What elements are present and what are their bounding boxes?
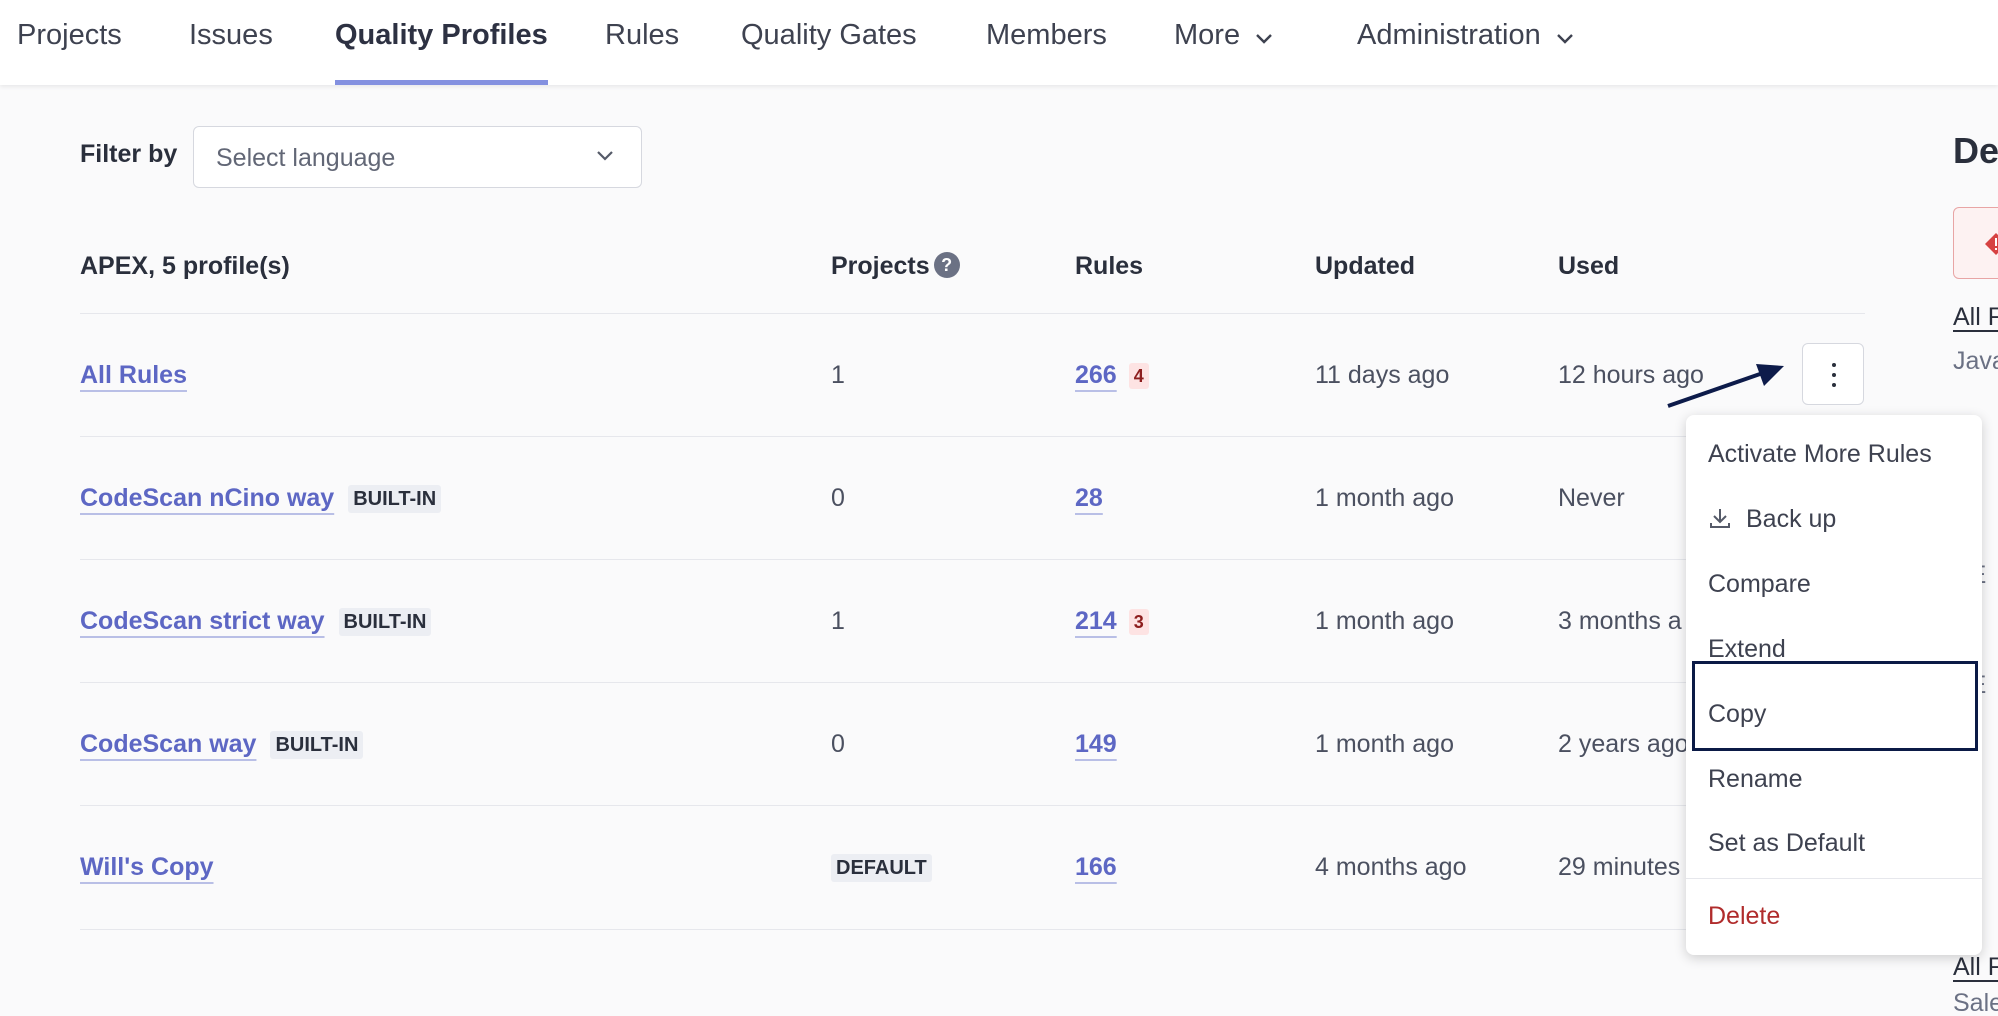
default-tag: DEFAULT xyxy=(831,854,932,883)
nav-administration[interactable]: Administration xyxy=(1357,0,1575,85)
column-projects: Projects? xyxy=(831,252,960,281)
copy-highlight-box xyxy=(1692,661,1978,751)
download-icon xyxy=(1710,509,1730,529)
nav-more-label: More xyxy=(1174,19,1241,51)
menu-item-extend[interactable]: Extend xyxy=(1708,635,1786,664)
chevron-down-icon xyxy=(595,149,615,168)
menu-item-rename[interactable]: Rename xyxy=(1708,765,1803,794)
chevron-down-icon xyxy=(1254,1,1274,71)
profile-name-link[interactable]: Will's Copy xyxy=(80,853,214,881)
nav-members[interactable]: Members xyxy=(986,0,1107,85)
projects-count: 1 xyxy=(831,361,845,389)
built-in-tag: BUILT-IN xyxy=(270,731,364,760)
used-time: 3 months a xyxy=(1558,607,1682,635)
projects-count: 0 xyxy=(831,730,845,758)
language-select-input[interactable] xyxy=(214,127,578,189)
panel-link[interactable]: All F xyxy=(1953,303,1998,332)
used-time: 29 minutes xyxy=(1558,853,1681,881)
profiles-heading: APEX, 5 profile(s) xyxy=(80,252,290,280)
panel-text: Java xyxy=(1953,347,1998,375)
nav-projects[interactable]: Projects xyxy=(17,0,122,85)
menu-item-back-up[interactable]: Back up xyxy=(1708,505,1836,534)
column-used: Used xyxy=(1558,252,1620,280)
column-rules: Rules xyxy=(1075,252,1144,280)
menu-item-back-up-label: Back up xyxy=(1746,505,1837,533)
rules-count-link[interactable]: 214 xyxy=(1075,607,1117,635)
profile-actions-button[interactable] xyxy=(1802,343,1864,405)
updated-time: 1 month ago xyxy=(1315,484,1454,512)
updated-time: 4 months ago xyxy=(1315,853,1467,881)
menu-divider xyxy=(1686,878,1982,879)
rules-count-link[interactable]: 28 xyxy=(1075,484,1103,512)
built-in-tag: BUILT-IN xyxy=(348,485,442,514)
help-icon[interactable]: ? xyxy=(933,252,960,279)
nav-quality-profiles[interactable]: Quality Profiles xyxy=(335,0,548,85)
projects-count: 0 xyxy=(831,484,845,512)
panel-title: De xyxy=(1953,130,1998,171)
nav-issues[interactable]: Issues xyxy=(189,0,273,85)
profile-name-link[interactable]: All Rules xyxy=(80,361,187,389)
profile-name-link[interactable]: CodeScan nCino way xyxy=(80,484,334,512)
menu-item-activate-more-rules[interactable]: Activate More Rules xyxy=(1708,440,1932,469)
nav-administration-label: Administration xyxy=(1357,19,1541,51)
built-in-tag: BUILT-IN xyxy=(338,608,432,637)
filter-label: Filter by xyxy=(80,140,178,168)
column-updated: Updated xyxy=(1315,252,1415,280)
rules-count-link[interactable]: 166 xyxy=(1075,853,1117,881)
used-time: 2 years ago xyxy=(1558,730,1689,758)
top-navigation: Projects Issues Quality Profiles Rules Q… xyxy=(0,0,1998,85)
warning-icon xyxy=(1985,233,1998,255)
profile-name-link[interactable]: CodeScan way xyxy=(80,730,256,758)
updated-time: 11 days ago xyxy=(1315,361,1450,389)
divider xyxy=(80,929,1865,930)
nav-rules[interactable]: Rules xyxy=(605,0,679,85)
pointer-arrow-icon xyxy=(1667,364,1784,408)
rules-count-link[interactable]: 266 xyxy=(1075,361,1117,389)
column-projects-label: Projects xyxy=(831,252,930,280)
updated-time: 1 month ago xyxy=(1315,607,1454,635)
panel-link[interactable]: All F xyxy=(1953,953,1998,982)
used-time: Never xyxy=(1558,484,1625,512)
deprecated-rules-badge[interactable]: 3 xyxy=(1128,609,1149,636)
menu-item-compare[interactable]: Compare xyxy=(1708,570,1811,599)
panel-text: Sale xyxy=(1953,989,1998,1016)
warning-alert xyxy=(1953,207,1998,279)
projects-count: 1 xyxy=(831,607,845,635)
chevron-down-icon xyxy=(1555,1,1575,71)
language-select[interactable] xyxy=(193,126,642,189)
updated-time: 1 month ago xyxy=(1315,730,1454,758)
kebab-menu-icon xyxy=(1832,363,1836,367)
nav-quality-gates[interactable]: Quality Gates xyxy=(741,0,917,85)
menu-item-set-as-default[interactable]: Set as Default xyxy=(1708,829,1865,858)
nav-more[interactable]: More xyxy=(1174,0,1274,85)
menu-item-delete[interactable]: Delete xyxy=(1708,902,1780,931)
deprecated-rules-badge[interactable]: 4 xyxy=(1128,363,1149,390)
rules-count-link[interactable]: 149 xyxy=(1075,730,1117,758)
profile-name-link[interactable]: CodeScan strict way xyxy=(80,607,325,635)
